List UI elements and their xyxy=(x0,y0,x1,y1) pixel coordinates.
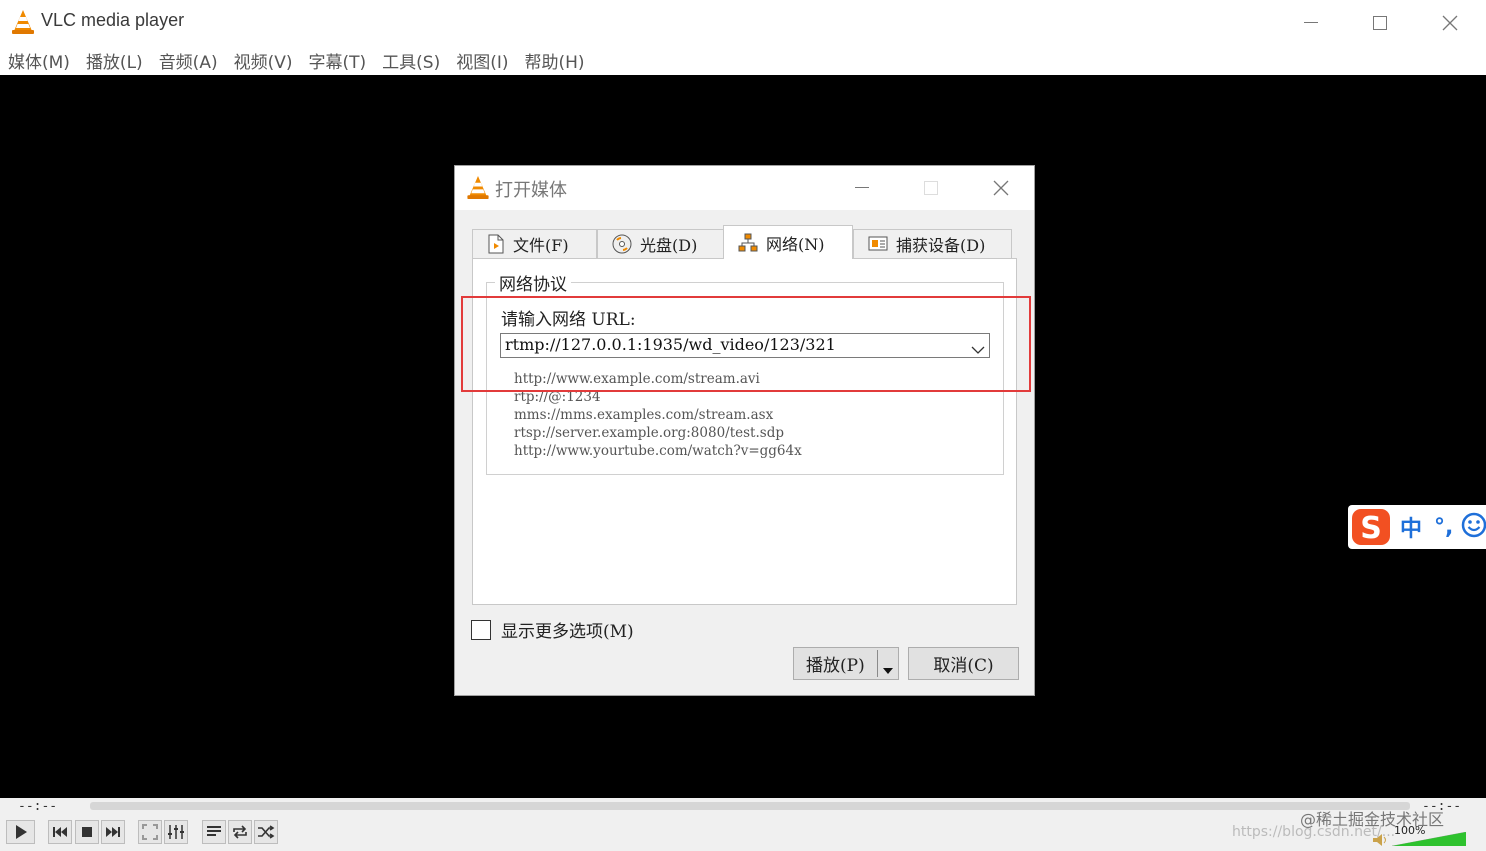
close-icon xyxy=(993,180,1009,196)
tab-disc-label: 光盘(D) xyxy=(640,236,698,255)
svg-text:S: S xyxy=(1360,511,1382,546)
url-label: 请输入网络 URL: xyxy=(501,310,636,330)
dialog-title-bar: 打开媒体 xyxy=(455,166,1034,210)
file-icon xyxy=(487,234,505,254)
menu-audio[interactable]: 音频(A) xyxy=(159,48,218,73)
example-line: http://www.example.com/stream.avi xyxy=(514,371,760,387)
tab-file[interactable]: 文件(F) xyxy=(472,229,597,258)
split-divider xyxy=(877,650,878,677)
tab-capture-label: 捕获设备(D) xyxy=(896,236,986,255)
seek-slider[interactable] xyxy=(90,802,1410,810)
maximize-icon xyxy=(1373,15,1387,30)
disc-icon xyxy=(612,234,632,254)
time-elapsed: --:-- xyxy=(18,799,58,814)
play-button-label: 播放(P) xyxy=(806,656,865,676)
equalizer-icon xyxy=(168,825,184,839)
tab-network[interactable]: 网络(N) xyxy=(723,225,853,259)
play-icon xyxy=(15,825,27,839)
example-line: rtsp://server.example.org:8080/test.sdp xyxy=(514,425,784,441)
show-more-options[interactable]: 显示更多选项(M) xyxy=(471,617,634,642)
stop-button[interactable] xyxy=(75,820,99,844)
playlist-icon xyxy=(207,826,221,836)
menu-tools[interactable]: 工具(S) xyxy=(382,48,440,73)
network-protocol-group: 网络协议 请输入网络 URL: rtmp://127.0.0.1:1935/wd… xyxy=(486,270,1004,475)
shuffle-icon xyxy=(258,825,275,839)
menu-subtitle[interactable]: 字幕(T) xyxy=(309,48,367,73)
menu-media[interactable]: 媒体(M) xyxy=(8,48,70,73)
extended-settings-button[interactable] xyxy=(164,820,188,844)
menu-view[interactable]: 视图(I) xyxy=(456,48,508,73)
stop-icon xyxy=(82,827,92,837)
network-tab-panel: 网络协议 请输入网络 URL: rtmp://127.0.0.1:1935/wd… xyxy=(472,258,1017,605)
ime-mode[interactable]: 中 xyxy=(1400,511,1422,543)
close-icon xyxy=(1442,15,1458,30)
url-input[interactable]: rtmp://127.0.0.1:1935/wd_video/123/321 xyxy=(500,333,990,358)
menu-help[interactable]: 帮助(H) xyxy=(525,48,585,73)
open-media-dialog: 打开媒体 文件(F) 光盘(D) 网络(N) 捕获设备(D) 网络协议 请输入网… xyxy=(454,165,1035,696)
loop-icon xyxy=(233,825,247,839)
fullscreen-icon xyxy=(142,824,158,840)
minimize-icon xyxy=(1304,21,1318,23)
tab-disc[interactable]: 光盘(D) xyxy=(597,229,724,258)
menu-playback[interactable]: 播放(L) xyxy=(86,48,143,73)
ime-toolbar[interactable]: S 中 °, xyxy=(1348,505,1486,549)
dialog-minimize-button[interactable] xyxy=(832,166,892,210)
dropdown-arrow-icon[interactable] xyxy=(882,660,894,680)
capture-icon xyxy=(868,235,888,253)
window-title: VLC media player xyxy=(41,10,185,30)
volume-slider[interactable] xyxy=(1392,832,1466,846)
dialog-maximize-button xyxy=(901,166,961,210)
minimize-icon xyxy=(855,187,869,188)
dialog-title: 打开媒体 xyxy=(495,180,567,201)
tab-network-label: 网络(N) xyxy=(766,234,825,254)
group-title: 网络协议 xyxy=(495,270,571,295)
sogou-logo-icon: S xyxy=(1350,507,1392,547)
show-more-label: 显示更多选项(M) xyxy=(501,622,634,642)
dialog-close-button[interactable] xyxy=(971,166,1031,210)
minimize-button[interactable] xyxy=(1276,0,1346,45)
maximize-icon xyxy=(924,181,938,195)
loop-button[interactable] xyxy=(228,820,252,844)
maximize-button[interactable] xyxy=(1345,0,1415,45)
next-button[interactable] xyxy=(101,820,125,844)
close-button[interactable] xyxy=(1415,0,1485,45)
vlc-cone-icon xyxy=(467,175,489,200)
emoji-icon[interactable] xyxy=(1461,512,1486,542)
url-examples: http://www.example.com/stream.avi rtp://… xyxy=(514,370,802,460)
previous-button[interactable] xyxy=(48,820,72,844)
player-controls: --:-- --:-- @稀土掘金技术社区 https://blog.csdn.… xyxy=(0,798,1486,851)
skip-forward-icon xyxy=(106,827,120,837)
fullscreen-button[interactable] xyxy=(138,820,162,844)
example-line: http://www.yourtube.com/watch?v=gg64x xyxy=(514,443,802,459)
play-button[interactable]: 播放(P) xyxy=(793,647,899,680)
url-value[interactable]: rtmp://127.0.0.1:1935/wd_video/123/321 xyxy=(505,335,836,354)
ime-punct[interactable]: °, xyxy=(1434,515,1453,540)
example-line: rtp://@:1234 xyxy=(514,389,601,405)
speaker-icon[interactable] xyxy=(1372,832,1388,851)
tab-file-label: 文件(F) xyxy=(513,236,569,255)
shuffle-button[interactable] xyxy=(254,820,278,844)
chevron-down-icon[interactable] xyxy=(971,340,985,359)
tab-capture[interactable]: 捕获设备(D) xyxy=(853,229,1012,258)
vlc-app: VLC media player 媒体(M) 播放(L) 音频(A) 视频(V)… xyxy=(0,0,1486,851)
watermark-url: https://blog.csdn.net/... xyxy=(1232,824,1396,840)
vlc-cone-icon xyxy=(12,9,34,35)
network-icon xyxy=(738,233,758,253)
playlist-button[interactable] xyxy=(202,820,226,844)
title-bar: VLC media player xyxy=(0,0,1486,45)
play-control-button[interactable] xyxy=(6,820,35,844)
menu-bar: 媒体(M) 播放(L) 音频(A) 视频(V) 字幕(T) 工具(S) 视图(I… xyxy=(0,45,1486,75)
skip-back-icon xyxy=(53,827,67,837)
cancel-button[interactable]: 取消(C) xyxy=(908,647,1019,680)
example-line: mms://mms.examples.com/stream.asx xyxy=(514,407,774,423)
menu-video[interactable]: 视频(V) xyxy=(234,48,293,73)
show-more-checkbox[interactable] xyxy=(471,619,491,640)
